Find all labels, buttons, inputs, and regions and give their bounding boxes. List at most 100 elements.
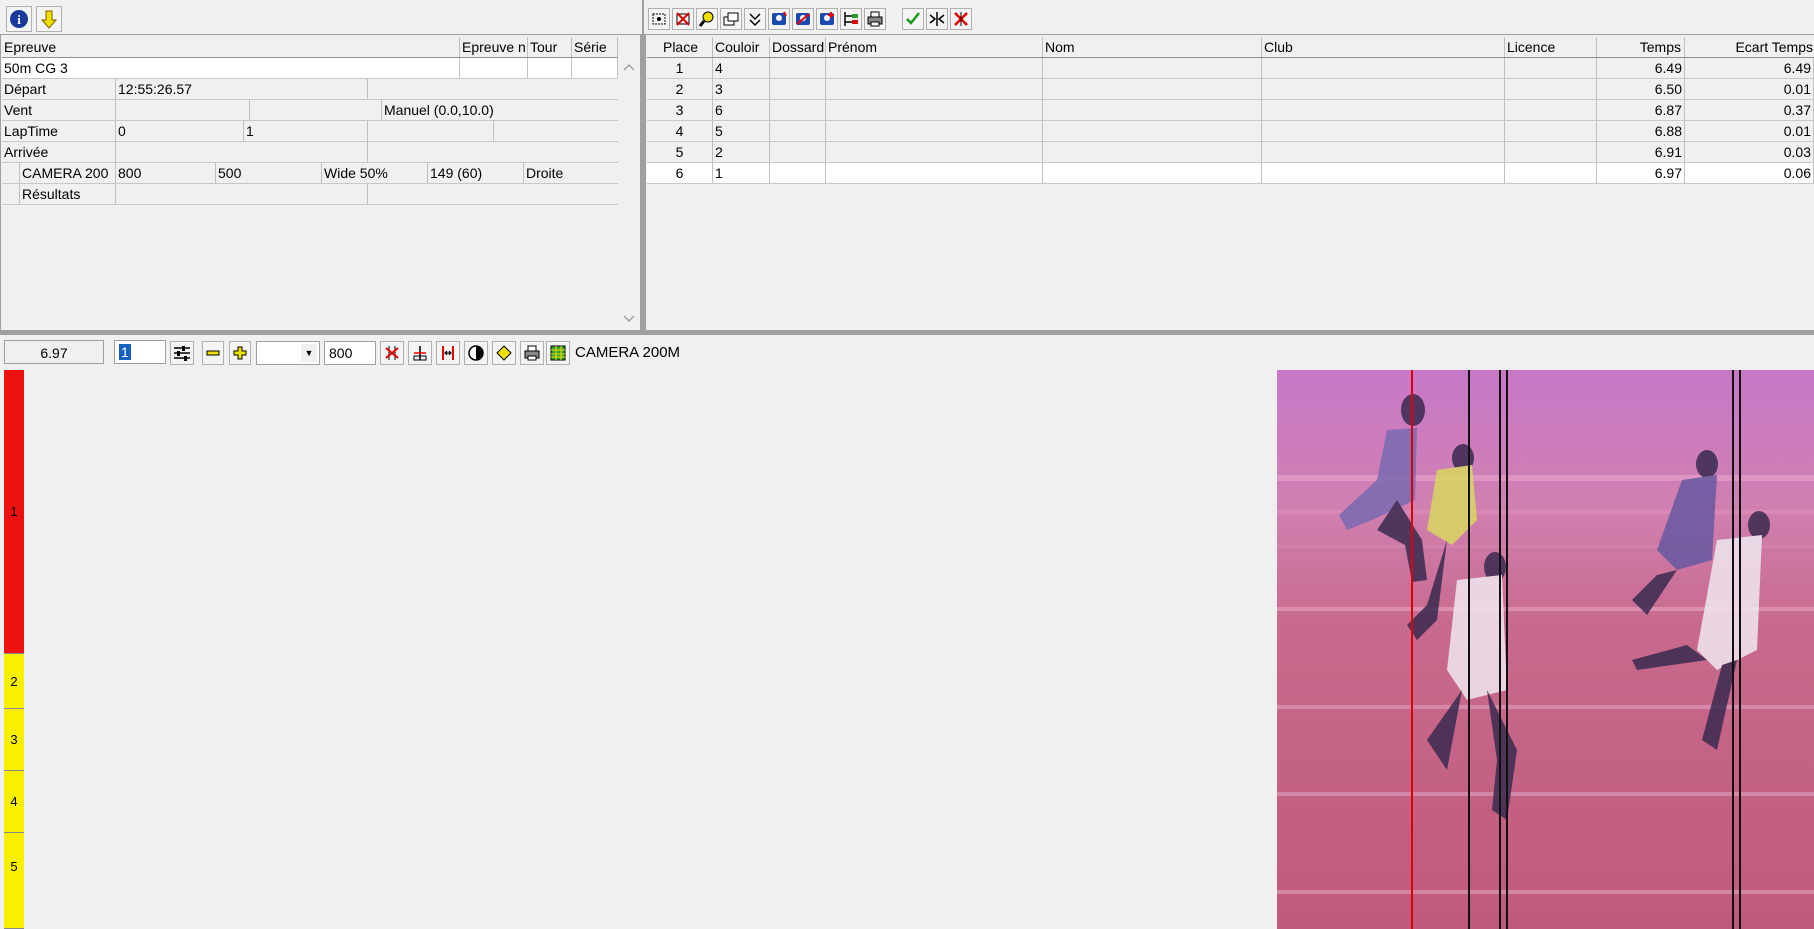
printer-icon — [524, 345, 540, 361]
laptime-label: LapTime — [2, 121, 116, 141]
col-header-licence[interactable]: Licence — [1505, 37, 1597, 57]
lane-marker[interactable]: 3 — [4, 709, 24, 771]
cell-empty — [826, 100, 1043, 120]
resultats-label: Résultats — [20, 184, 116, 204]
col-header-ecart-temps[interactable]: Ecart Temps — [1685, 37, 1814, 57]
scroll-down-icon[interactable] — [623, 314, 635, 324]
results-table-row[interactable]: 2 3 6.50 0.01 — [647, 79, 1814, 100]
athlete-edit-button[interactable] — [792, 8, 814, 30]
delete-select-button[interactable] — [672, 8, 694, 30]
tree-icon — [844, 12, 858, 26]
cell-empty — [1043, 100, 1262, 120]
col-header-serie[interactable]: Série — [572, 37, 618, 57]
contrast-button[interactable] — [464, 341, 488, 365]
lane-marker[interactable]: 1 — [4, 370, 24, 654]
printer-icon — [867, 11, 883, 27]
search-button[interactable] — [696, 8, 718, 30]
cell-place: 5 — [647, 142, 713, 162]
frame-spin-input[interactable]: 1 — [114, 340, 166, 364]
athlete-icon — [772, 11, 787, 25]
time-lines-button[interactable] — [436, 341, 460, 365]
camera-name: CAMERA 200 — [20, 163, 116, 183]
lane-marker[interactable]: 5 — [4, 833, 24, 929]
magnifier-icon — [698, 11, 714, 27]
cell-empty — [1505, 163, 1597, 183]
horizontal-splitter[interactable] — [0, 332, 1814, 335]
frame-spin-value: 1 — [119, 344, 131, 360]
laptime-row[interactable]: LapTime 0 1 — [2, 121, 618, 142]
zoom-out-button[interactable] — [202, 341, 224, 365]
camera-value-1: 800 — [116, 163, 216, 183]
athlete-add-button[interactable] — [816, 8, 838, 30]
info-icon: i — [10, 10, 28, 28]
clear-lines-icon — [385, 346, 399, 360]
photo-finish-image[interactable] — [1277, 370, 1814, 929]
diamond-icon — [496, 345, 512, 361]
results-table-row[interactable]: 3 6 6.87 0.37 — [647, 100, 1814, 121]
event-panel-scrollbar[interactable] — [620, 58, 638, 330]
event-row[interactable]: 50m CG 3 — [2, 58, 618, 79]
col-header-temps[interactable]: Temps — [1597, 37, 1685, 57]
cell-ecart: 0.01 — [1685, 79, 1814, 99]
vent-row[interactable]: Vent Manuel (0.0,10.0) — [2, 100, 618, 121]
cell-empty — [1043, 163, 1262, 183]
dropdown-arrow-icon[interactable]: ▼ — [301, 344, 317, 362]
camera-value-2: 500 — [216, 163, 322, 183]
check-down-button[interactable] — [744, 8, 766, 30]
col-header-couloir[interactable]: Couloir — [713, 37, 770, 57]
minus-icon — [206, 350, 220, 356]
zoom-value-input[interactable]: 800 — [324, 341, 376, 365]
cell-empty — [826, 58, 1043, 78]
clear-lines-button[interactable] — [380, 341, 404, 365]
camera-row[interactable]: CAMERA 200 800 500 Wide 50% 149 (60) Dro… — [2, 163, 618, 184]
copy-button[interactable] — [720, 8, 742, 30]
tree-button[interactable] — [840, 8, 862, 30]
print-button[interactable] — [864, 8, 886, 30]
athlete-blue-button[interactable] — [768, 8, 790, 30]
col-header-prenom[interactable]: Prénom — [826, 37, 1043, 57]
results-table-row[interactable]: 5 2 6.91 0.03 — [647, 142, 1814, 163]
col-header-dossard[interactable]: Dossard — [770, 37, 826, 57]
split-button[interactable] — [926, 8, 948, 30]
settings-button[interactable] — [170, 341, 194, 365]
move-line-button[interactable] — [408, 341, 432, 365]
lane-marker[interactable]: 4 — [4, 771, 24, 833]
marker-button[interactable] — [492, 341, 516, 365]
cell-temps: 6.87 — [1597, 100, 1685, 120]
split-icon — [929, 12, 945, 26]
event-name: 50m CG 3 — [2, 58, 460, 78]
select-area-button[interactable] — [648, 8, 670, 30]
print-image-button[interactable] — [520, 341, 544, 365]
cell-empty — [1505, 142, 1597, 162]
arrivee-row[interactable]: Arrivée — [2, 142, 618, 163]
delete-split-button[interactable] — [950, 8, 972, 30]
col-header-epreuve-n[interactable]: Epreuve n — [460, 37, 528, 57]
cell-empty — [1262, 121, 1505, 141]
lane-marker[interactable]: 2 — [4, 654, 24, 709]
col-header-club[interactable]: Club — [1262, 37, 1505, 57]
cell-empty — [1262, 100, 1505, 120]
zoom-select[interactable]: ▼ — [256, 341, 320, 365]
resultats-row[interactable]: Résultats — [2, 184, 618, 205]
depart-row[interactable]: Départ 12:55:26.57 — [2, 79, 618, 100]
results-table-row[interactable]: 4 5 6.88 0.01 — [647, 121, 1814, 142]
col-header-tour[interactable]: Tour — [528, 37, 572, 57]
results-table-row[interactable]: 1 4 6.49 6.49 — [647, 58, 1814, 79]
camera-side: Droite — [526, 165, 564, 181]
info-button[interactable]: i — [6, 6, 32, 32]
validate-button[interactable] — [902, 8, 924, 30]
cell-empty — [1043, 121, 1262, 141]
import-button[interactable] — [36, 6, 62, 32]
arrivee-label: Arrivée — [2, 142, 116, 162]
zoom-in-button[interactable] — [229, 341, 251, 365]
results-table-row[interactable]: 6 1 6.97 0.06 — [647, 163, 1814, 184]
col-header-nom[interactable]: Nom — [1043, 37, 1262, 57]
copy-icon — [723, 12, 739, 26]
scroll-up-icon[interactable] — [623, 62, 635, 72]
col-header-place[interactable]: Place — [647, 37, 713, 57]
cell-empty — [1262, 58, 1505, 78]
grid-button[interactable] — [546, 341, 570, 365]
cell-empty — [1505, 58, 1597, 78]
sliders-icon — [174, 346, 190, 361]
col-header-epreuve[interactable]: Epreuve — [2, 37, 460, 57]
